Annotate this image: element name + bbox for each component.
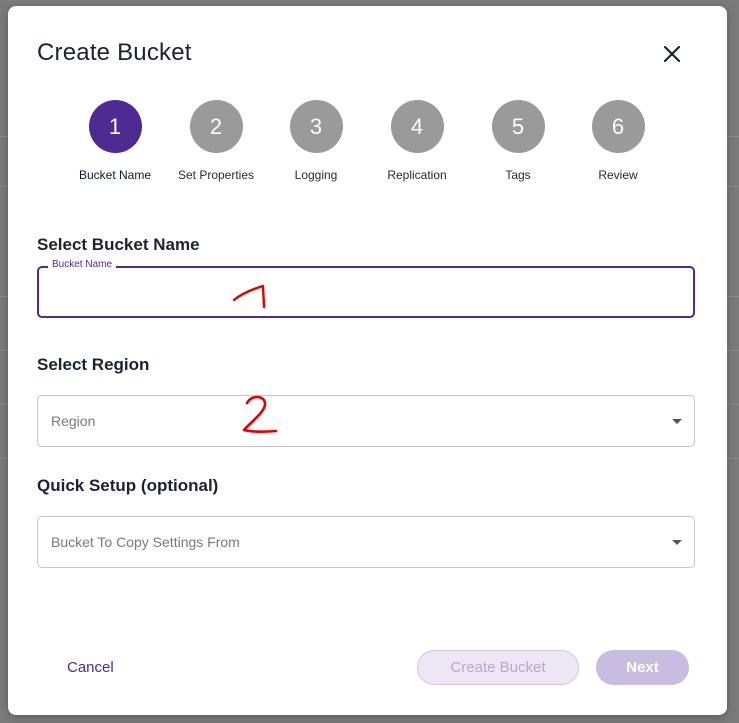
step-label: Set Properties [177, 168, 255, 182]
step-label: Logging [294, 168, 338, 182]
copy-settings-select[interactable]: Bucket To Copy Settings From [37, 516, 695, 568]
step-number: 2 [189, 100, 243, 153]
bucket-name-field-label: Bucket Name [48, 259, 117, 270]
caret-down-icon [672, 540, 682, 545]
bucket-name-field[interactable]: Bucket Name [37, 259, 695, 318]
create-bucket-dialog: Create Bucket 1 Bucket Name 2 Set Proper… [8, 6, 727, 715]
step-number: 4 [390, 100, 444, 153]
step-set-properties[interactable]: 2 Set Properties [161, 100, 271, 182]
step-review[interactable]: 6 Review [563, 100, 673, 182]
copy-settings-placeholder: Bucket To Copy Settings From [51, 534, 240, 550]
cancel-button[interactable]: Cancel [67, 659, 114, 676]
caret-down-icon [672, 419, 682, 424]
quick-setup-section-label: Quick Setup (optional) [37, 476, 219, 495]
annotation-mark-1 [232, 284, 266, 309]
step-label: Replication [387, 168, 447, 182]
step-number: 3 [289, 100, 343, 153]
step-tags[interactable]: 5 Tags [463, 100, 573, 182]
step-logging[interactable]: 3 Logging [261, 100, 371, 182]
region-placeholder: Region [51, 413, 96, 429]
bucket-name-section-label: Select Bucket Name [37, 235, 200, 254]
step-number: 1 [88, 100, 142, 153]
bucket-name-input[interactable] [51, 278, 681, 308]
region-section-label: Select Region [37, 355, 150, 374]
stepper: 1 Bucket Name 2 Set Properties 3 Logging… [8, 6, 727, 206]
step-replication[interactable]: 4 Replication [362, 100, 472, 182]
step-number: 5 [491, 100, 545, 153]
step-number: 6 [591, 100, 645, 153]
create-bucket-button[interactable]: Create Bucket [417, 650, 579, 685]
step-bucket-name[interactable]: 1 Bucket Name [60, 100, 170, 182]
step-label: Bucket Name [78, 168, 152, 182]
next-button[interactable]: Next [596, 650, 689, 685]
region-select[interactable]: Region [37, 395, 695, 447]
step-label: Tags [505, 168, 531, 182]
step-label: Review [598, 168, 638, 182]
annotation-mark-2 [242, 395, 278, 433]
